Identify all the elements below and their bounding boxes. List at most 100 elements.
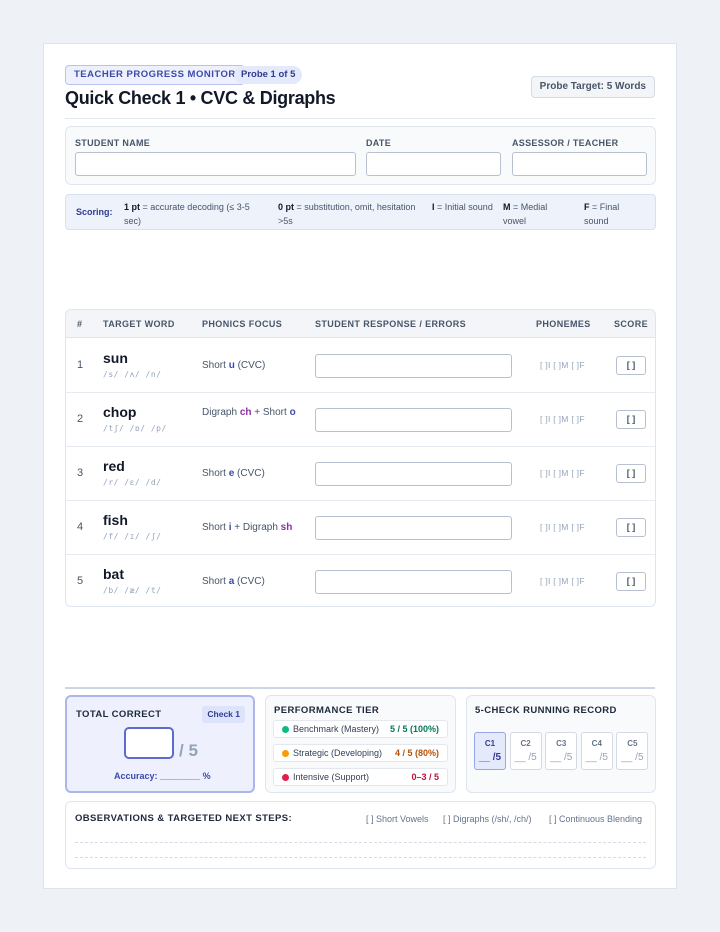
- total-score-input[interactable]: [124, 727, 174, 759]
- target-word: chop: [103, 404, 137, 420]
- phoneme-checkboxes[interactable]: [ ]I [ ]M [ ]F: [540, 522, 585, 532]
- check-label: C3: [556, 739, 567, 748]
- student-response-field[interactable]: [315, 462, 512, 486]
- phonics-focus: Short a (CVC): [202, 575, 298, 589]
- phoneme-transcription: /r/ /ɛ/ /d/: [103, 478, 162, 487]
- phonics-focus: Short u (CVC): [202, 359, 298, 373]
- tier-item: Strategic (Developing) 4 / 5 (80%): [273, 744, 448, 762]
- total-denominator: / 5: [179, 741, 198, 760]
- performance-tier-card: PERFORMANCE TIER Benchmark (Mastery) 5 / …: [265, 695, 456, 793]
- col-student-response: STUDENT RESPONSE / ERRORS: [315, 319, 467, 329]
- phonics-focus: Digraph ch + Short o: [202, 406, 298, 420]
- col-num: #: [77, 319, 83, 329]
- phoneme-checkboxes[interactable]: [ ]I [ ]M [ ]F: [540, 468, 585, 478]
- tier-value: 5 / 5 (100%): [389, 724, 439, 734]
- target-word: red: [103, 458, 125, 474]
- row-number: 5: [77, 575, 84, 587]
- student-name-field[interactable]: [75, 152, 356, 176]
- observations-title: OBSERVATIONS & TARGETED NEXT STEPS:: [75, 813, 293, 824]
- focus-highlight: o: [289, 407, 296, 418]
- phoneme-transcription: /s/ /ʌ/ /n/: [103, 370, 162, 379]
- scoring-legend: Scoring: 1 pt = accurate decoding (≤ 3-5…: [65, 194, 656, 230]
- check-record-box[interactable]: C2 __ /5: [509, 732, 542, 770]
- student-name-label: STUDENT NAME: [75, 138, 151, 148]
- score-box[interactable]: [ ]: [616, 464, 646, 483]
- check-record-box[interactable]: C4 __ /5: [580, 732, 613, 770]
- notes-line[interactable]: [75, 857, 646, 858]
- student-info-card: STUDENT NAME DATE ASSESSOR / TEACHER: [65, 126, 656, 185]
- tier-dot-icon: [282, 750, 289, 757]
- col-phonics-focus: PHONICS FOCUS: [202, 319, 283, 329]
- check-record-box[interactable]: C3 __ /5: [545, 732, 578, 770]
- check-digraphs[interactable]: [ ] Digraphs (/sh/, /ch/): [443, 814, 532, 824]
- check-value: __ /5: [478, 752, 502, 763]
- check-value: __ /5: [514, 752, 537, 763]
- focus-text: Short: [202, 576, 229, 587]
- phoneme-transcription: /tʃ/ /ɒ/ /p/: [103, 424, 167, 433]
- target-word: bat: [103, 566, 124, 582]
- table-row: 2 chop/tʃ/ /ɒ/ /p/Digraph ch + Short o [ ]…: [66, 393, 655, 447]
- header-badge: TEACHER PROGRESS MONITOR: [65, 65, 245, 85]
- target-word: fish: [103, 512, 128, 528]
- focus-text: + Short: [251, 407, 290, 418]
- header-divider: [65, 118, 655, 119]
- focus-highlight: sh: [280, 522, 293, 533]
- phoneme-checkboxes[interactable]: [ ]I [ ]M [ ]F: [540, 414, 585, 424]
- focus-text: (CVC): [234, 468, 265, 479]
- focus-text: Short: [202, 468, 229, 479]
- col-phonemes: PHONEMES: [536, 319, 591, 329]
- phoneme-checkboxes[interactable]: [ ]I [ ]M [ ]F: [540, 360, 585, 370]
- assessor-field[interactable]: [512, 152, 647, 176]
- tier-label: Strategic (Developing): [293, 748, 383, 758]
- running-record-title: 5-CHECK RUNNING RECORD: [475, 705, 617, 716]
- check-label: C4: [591, 739, 602, 748]
- score-box[interactable]: [ ]: [616, 572, 646, 591]
- check-record-box[interactable]: C1 __ /5: [474, 732, 506, 770]
- total-correct-card: TOTAL CORRECT Check 1 / 5 Accuracy: ____…: [65, 695, 255, 793]
- tier-dot-icon: [282, 774, 289, 781]
- focus-text: Short: [202, 360, 229, 371]
- check-short-vowels[interactable]: [ ] Short Vowels: [366, 814, 429, 824]
- date-label: DATE: [366, 138, 392, 148]
- scoring-initial: I = Initial sound: [432, 202, 493, 212]
- tier-value: 0–3 / 5: [411, 772, 439, 782]
- notes-line[interactable]: [75, 842, 646, 843]
- scoring-label: Scoring:: [76, 207, 113, 217]
- col-target-word: TARGET WORD: [103, 319, 175, 329]
- student-response-field[interactable]: [315, 354, 512, 378]
- student-response-field[interactable]: [315, 516, 512, 540]
- page-title: Quick Check 1 • CVC & Digraphs: [65, 88, 336, 108]
- date-field[interactable]: [366, 152, 501, 176]
- table-row: 5 bat/b/ /æ/ /t/Short a (CVC) [ ]I [ ]M [ …: [66, 555, 655, 606]
- table-row: 1 sun/s/ /ʌ/ /n/Short u (CVC) [ ]I [ ]M [ …: [66, 339, 655, 393]
- row-number: 4: [77, 521, 84, 533]
- row-number: 3: [77, 467, 84, 479]
- section-divider: [65, 687, 655, 689]
- score-box[interactable]: [ ]: [616, 356, 646, 375]
- phonics-focus: Short i + Digraph sh: [202, 521, 298, 535]
- check-label: C2: [520, 739, 531, 748]
- check-label: C1: [484, 739, 496, 748]
- student-response-field[interactable]: [315, 570, 512, 594]
- row-number: 2: [77, 413, 84, 425]
- running-record-card: 5-CHECK RUNNING RECORD C1 __ /5 C2 __ /5 C3 _…: [466, 695, 656, 793]
- probe-target-badge: Probe Target: 5 Words: [530, 76, 655, 98]
- focus-text: + Digraph: [231, 522, 281, 533]
- tier-value: 4 / 5 (80%): [394, 748, 439, 758]
- focus-text: Digraph: [202, 407, 240, 418]
- check-record-box[interactable]: C5 __ /5: [616, 732, 649, 770]
- focus-text: (CVC): [234, 360, 266, 371]
- check-continuous-blending[interactable]: [ ] Continuous Blending: [549, 814, 642, 824]
- scoring-zero-pt: 0 pt = substitution, omit, hesitation >5…: [278, 202, 416, 226]
- student-response-field[interactable]: [315, 408, 512, 432]
- score-box[interactable]: [ ]: [616, 410, 646, 429]
- check-value: __ /5: [621, 752, 644, 763]
- phoneme-checkboxes[interactable]: [ ]I [ ]M [ ]F: [540, 576, 585, 586]
- tier-item: Intensive (Support) 0–3 / 5: [273, 768, 448, 786]
- word-table: # TARGET WORD PHONICS FOCUS STUDENT RESP…: [65, 309, 656, 607]
- worksheet: TEACHER PROGRESS MONITOR Probe 1 of 5 Qu…: [43, 43, 677, 889]
- focus-highlight: ch: [239, 407, 252, 418]
- scoring-one-pt: 1 pt = accurate decoding (≤ 3-5 sec): [124, 202, 250, 226]
- phonics-focus: Short e (CVC): [202, 467, 298, 481]
- score-box[interactable]: [ ]: [616, 518, 646, 537]
